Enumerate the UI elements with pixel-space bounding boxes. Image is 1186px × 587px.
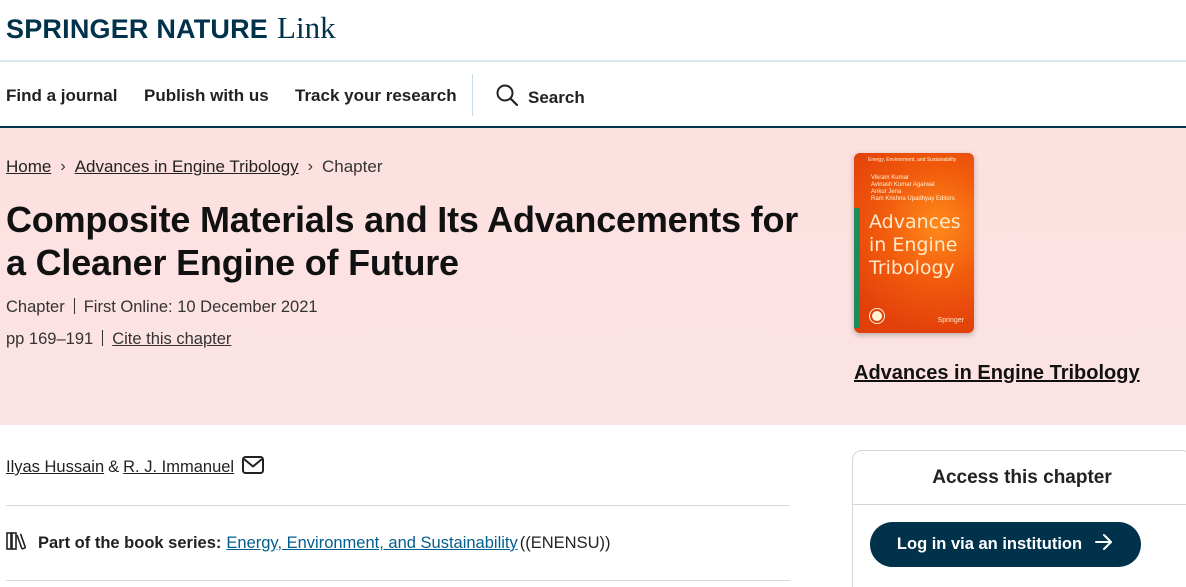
cover-title-line: in Engine [869, 234, 958, 256]
author-link[interactable]: R. J. Immanuel [123, 458, 234, 477]
cover-series-text: Energy, Environment, and Sustainability [868, 157, 957, 163]
breadcrumb-current: Chapter [322, 157, 383, 176]
cover-stripe [854, 208, 860, 328]
page-title: Composite Materials and Its Advancements… [6, 199, 799, 283]
nav-track-research[interactable]: Track your research [295, 86, 457, 106]
arrow-right-icon [1094, 533, 1114, 556]
cover-editor: Ram Krishna Upadhyay Editors [871, 196, 955, 202]
divider [6, 505, 790, 506]
author-link[interactable]: Ilyas Hussain [6, 458, 104, 477]
content-type: Chapter [6, 298, 65, 316]
search-label: Search [528, 87, 585, 107]
nav-publish-with-us[interactable]: Publish with us [144, 86, 269, 106]
cover-seal-icon [870, 309, 884, 323]
site-header: SPRINGER NATURE Link [0, 0, 1186, 62]
cover-editors: Vikram Kumar Avinash Kumar Agarwal Ankur… [871, 175, 955, 203]
author-list: Ilyas Hussain & R. J. Immanuel [6, 456, 265, 479]
cover-editor: Ankur Jena [871, 189, 902, 195]
books-icon [6, 531, 28, 556]
cover-title-line: Tribology [869, 257, 955, 279]
chevron-right-icon: › [60, 158, 66, 175]
cover-editor: Vikram Kumar [871, 175, 909, 181]
meta-separator [102, 330, 104, 346]
series-abbreviation: ((ENENSU)) [519, 534, 611, 552]
chapter-pages-row: pp 169–191 Cite this chapter [6, 330, 231, 349]
logo-brand-text: SPRINGER NATURE [6, 14, 269, 44]
breadcrumb-home[interactable]: Home [6, 157, 51, 177]
breadcrumb-book[interactable]: Advances in Engine Tribology [75, 157, 299, 177]
logo-product-text: Link [277, 10, 336, 45]
login-label: Log in via an institution [896, 535, 1083, 553]
cover-publisher: Springer [937, 317, 964, 324]
search-icon [495, 83, 519, 112]
chapter-hero: Home › Advances in Engine Tribology › Ch… [0, 128, 1186, 425]
book-cover-image[interactable]: Energy, Environment, and Sustainability … [854, 153, 974, 333]
chapter-meta: Chapter First Online: 10 December 2021 [6, 298, 318, 317]
cite-chapter-link[interactable]: Cite this chapter [112, 330, 231, 348]
series-label: Part of the book series: [38, 534, 222, 552]
divider [6, 580, 790, 581]
page-range: pp 169–191 [6, 330, 94, 348]
breadcrumb: Home › Advances in Engine Tribology › Ch… [6, 157, 382, 177]
cover-title-line: Advances [869, 211, 961, 233]
meta-separator [73, 298, 75, 314]
main-nav: Find a journal Publish with us Track you… [0, 62, 1186, 128]
first-online-date: First Online: 10 December 2021 [83, 298, 318, 316]
access-heading: Access this chapter [853, 451, 1186, 505]
author-separator: & [108, 458, 120, 476]
institution-login-button[interactable]: Log in via an institution [870, 522, 1141, 567]
nav-find-journal[interactable]: Find a journal [6, 86, 117, 106]
email-icon[interactable] [242, 456, 265, 479]
nav-divider [472, 74, 473, 116]
cover-editor: Avinash Kumar Agarwal [871, 182, 935, 188]
book-series-row: Part of the book series: Energy, Environ… [6, 531, 611, 556]
nav-search-button[interactable]: Search [495, 83, 585, 112]
series-link[interactable]: Energy, Environment, and Sustainability [226, 534, 517, 553]
book-title-link[interactable]: Advances in Engine Tribology [854, 362, 1140, 385]
chevron-right-icon: › [307, 158, 313, 175]
cover-title: Advances in Engine Tribology [869, 211, 961, 280]
access-panel: Access this chapter Log in via an instit… [852, 450, 1186, 587]
springer-nature-link-logo[interactable]: SPRINGER NATURE Link [6, 10, 336, 46]
